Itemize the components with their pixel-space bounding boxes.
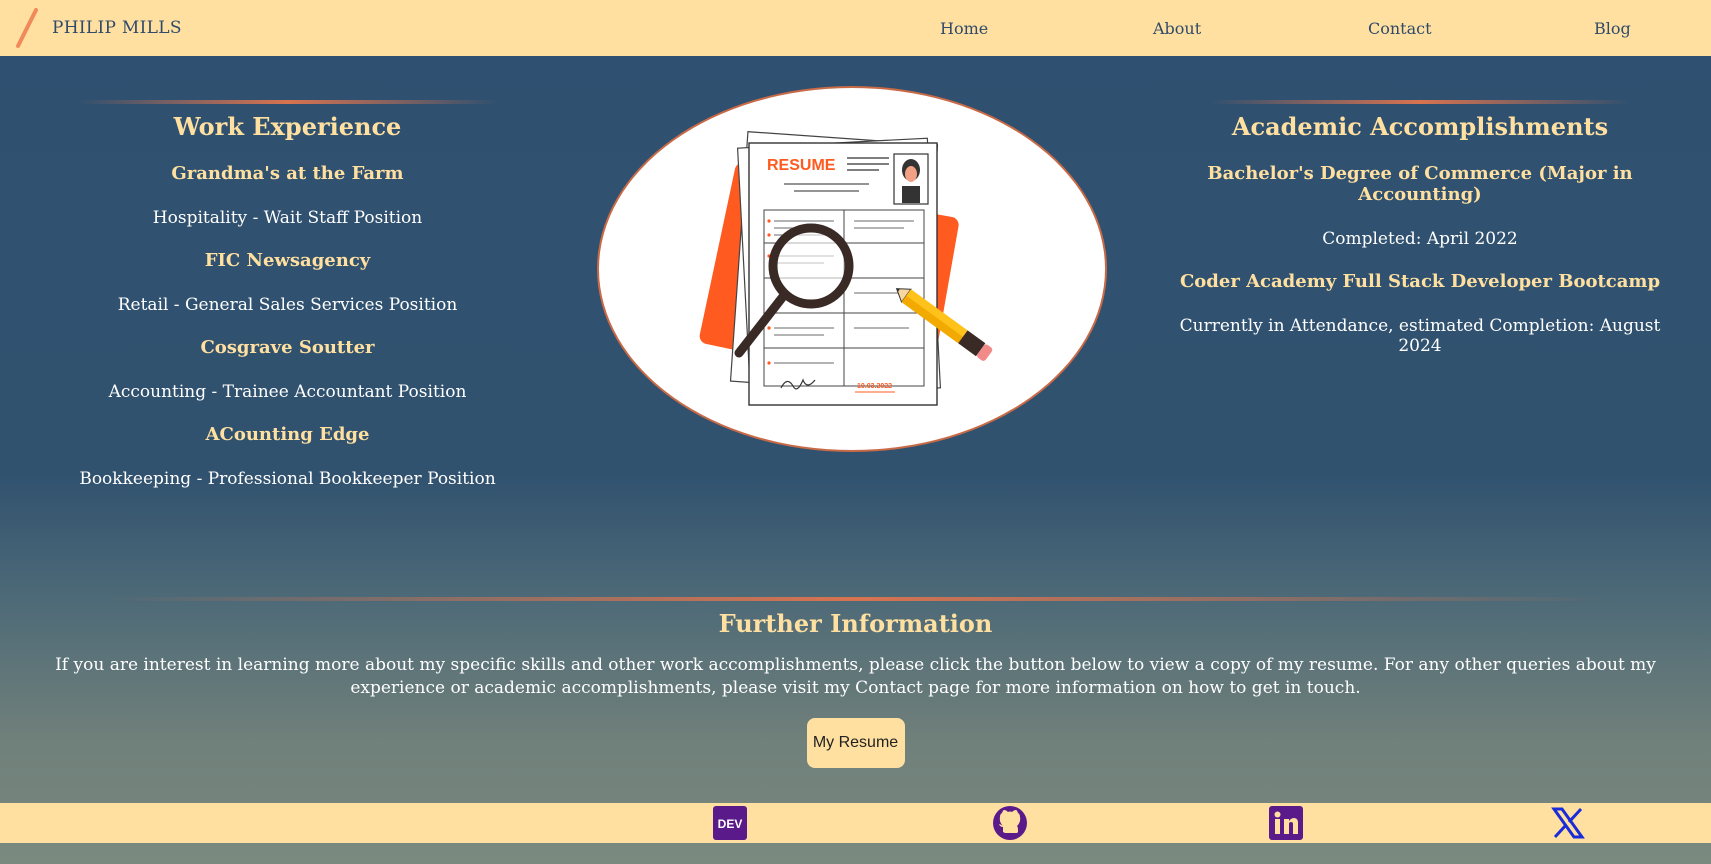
github-icon [993,806,1027,840]
academic-item-title: Coder Academy Full Stack Developer Bootc… [1179,271,1661,292]
work-item-title: Grandma's at the Farm [171,163,404,184]
academic-section: Academic Accomplishments Bachelor's Degr… [1160,100,1680,356]
resume-illustration-svg: RESUME 10.03.2022 [699,131,993,406]
section-divider [1210,100,1630,104]
further-information-title: Further Information [718,609,993,638]
my-resume-button[interactable]: My Resume [806,718,905,768]
work-experience-section: Work Experience Grandma's at the Farm Ho… [30,100,545,489]
resume-date: 10.03.2022 [857,383,892,390]
footer: DEV [0,803,1711,843]
work-item-desc: Retail - General Sales Services Position [117,295,458,315]
nav-blog[interactable]: Blog [1594,0,1631,56]
work-experience-title: Work Experience [173,112,402,141]
work-item-title: FIC Newsagency [204,250,371,271]
academic-title: Academic Accomplishments [1231,112,1609,141]
dev-icon: DEV [713,806,747,840]
nav-contact[interactable]: Contact [1368,0,1432,56]
section-divider [77,100,498,104]
resume-illustration: RESUME 10.03.2022 [597,86,1107,452]
work-item-desc: Accounting - Trainee Accountant Position [108,382,467,402]
x-icon [1551,807,1585,839]
section-divider [105,597,1606,601]
brand-name: PHILIP MILLS [52,18,182,38]
work-item-title: ACounting Edge [205,424,370,445]
navbar: PHILIP MILLS Home About Contact Blog [0,0,1711,56]
work-item-desc: Bookkeeping - Professional Bookkeeper Po… [79,469,496,489]
academic-item-title: Bachelor's Degree of Commerce (Major in … [1207,163,1633,205]
nav-about[interactable]: About [1153,0,1201,56]
work-item-title: Cosgrave Soutter [200,337,375,358]
linkedin-link[interactable] [1268,805,1304,841]
x-link[interactable] [1550,805,1586,841]
nav-home[interactable]: Home [940,0,988,56]
resume-word: RESUME [767,157,836,174]
academic-item-desc: Currently in Attendance, estimated Compl… [1179,316,1661,356]
svg-text:DEV: DEV [718,817,743,831]
brand[interactable]: PHILIP MILLS [14,0,182,56]
further-information-text: If you are interest in learning more abo… [55,655,1656,698]
academic-item-desc: Completed: April 2022 [1322,229,1518,249]
work-item-desc: Hospitality - Wait Staff Position [152,208,423,228]
linkedin-icon [1269,806,1303,840]
further-information-section: Further Information If you are interest … [0,597,1711,768]
dev-link[interactable]: DEV [712,805,748,841]
github-link[interactable] [992,805,1028,841]
brand-logo-icon [16,8,38,48]
